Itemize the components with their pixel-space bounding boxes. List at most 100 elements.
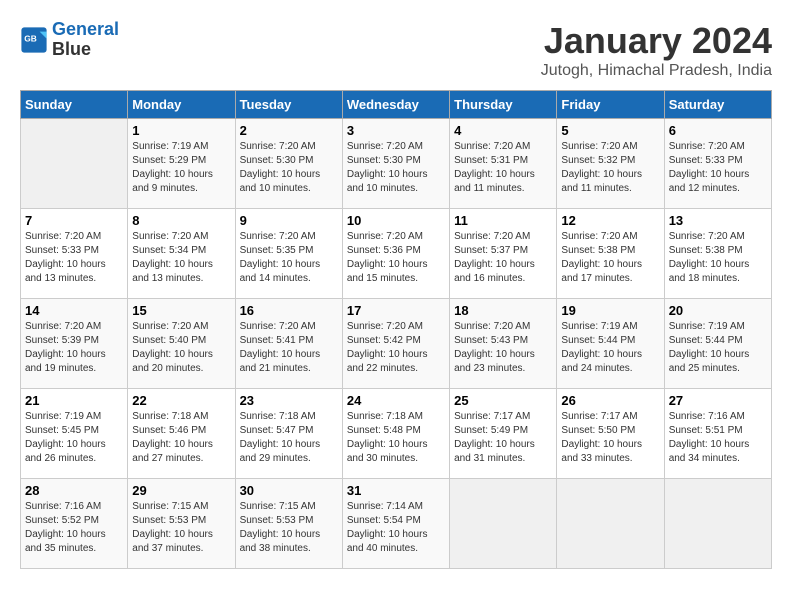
logo-text: General Blue [52,20,119,60]
calendar-week-2: 7Sunrise: 7:20 AM Sunset: 5:33 PM Daylig… [21,209,772,299]
day-number: 19 [561,303,659,318]
day-info: Sunrise: 7:16 AM Sunset: 5:51 PM Dayligh… [669,410,767,466]
calendar-cell: 22 Sunrise: 7:18 AM Sunset: 5:46 PM Dayli… [128,389,235,479]
calendar-subtitle: Jutogh, Himachal Pradesh, India [541,62,772,80]
day-number: 23 [240,393,338,408]
weekday-header-thursday: Thursday [450,91,557,119]
day-number: 6 [669,123,767,138]
logo-line1: General [52,19,119,39]
calendar-cell [664,479,771,569]
calendar-cell: 15Sunrise: 7:20 AM Sunset: 5:40 PM Dayli… [128,299,235,389]
day-info: Sunrise: 7:20 AM Sunset: 5:33 PM Dayligh… [669,140,767,196]
calendar-cell: 1 Sunrise: 7:19 AM Sunset: 5:29 PM Daylig… [128,119,235,209]
calendar-cell: 25Sunrise: 7:17 AM Sunset: 5:49 PM Dayli… [450,389,557,479]
day-info: Sunrise: 7:20 AM Sunset: 5:38 PM Dayligh… [669,230,767,286]
day-info: Sunrise: 7:20 AM Sunset: 5:31 PM Dayligh… [454,140,552,196]
day-number: 21 [25,393,123,408]
calendar-cell: 4Sunrise: 7:20 AM Sunset: 5:31 PM Daylig… [450,119,557,209]
day-info: Sunrise: 7:20 AM Sunset: 5:30 PM Dayligh… [240,140,338,196]
day-number: 30 [240,483,338,498]
calendar-week-3: 14Sunrise: 7:20 AM Sunset: 5:39 PM Dayli… [21,299,772,389]
day-info: Sunrise: 7:20 AM Sunset: 5:41 PM Dayligh… [240,320,338,376]
calendar-cell: 9 Sunrise: 7:20 AM Sunset: 5:35 PM Daylig… [235,209,342,299]
day-number: 31 [347,483,445,498]
calendar-cell [557,479,664,569]
calendar-header: SundayMondayTuesdayWednesdayThursdayFrid… [21,91,772,119]
calendar-cell: 27Sunrise: 7:16 AM Sunset: 5:51 PM Dayli… [664,389,771,479]
calendar-cell: 30 Sunrise: 7:15 AM Sunset: 5:53 PM Dayli… [235,479,342,569]
calendar-cell: 5 Sunrise: 7:20 AM Sunset: 5:32 PM Daylig… [557,119,664,209]
calendar-table: SundayMondayTuesdayWednesdayThursdayFrid… [20,90,772,569]
weekday-header-monday: Monday [128,91,235,119]
calendar-cell: 21Sunrise: 7:19 AM Sunset: 5:45 PM Dayli… [21,389,128,479]
calendar-cell: 8Sunrise: 7:20 AM Sunset: 5:34 PM Daylig… [128,209,235,299]
calendar-week-4: 21Sunrise: 7:19 AM Sunset: 5:45 PM Dayli… [21,389,772,479]
day-info: Sunrise: 7:15 AM Sunset: 5:53 PM Dayligh… [240,500,338,556]
day-number: 2 [240,123,338,138]
calendar-cell: 19 Sunrise: 7:19 AM Sunset: 5:44 PM Dayli… [557,299,664,389]
day-number: 28 [25,483,123,498]
day-info: Sunrise: 7:20 AM Sunset: 5:32 PM Dayligh… [561,140,659,196]
day-info: Sunrise: 7:19 AM Sunset: 5:29 PM Dayligh… [132,140,230,196]
calendar-cell: 2 Sunrise: 7:20 AM Sunset: 5:30 PM Daylig… [235,119,342,209]
day-number: 12 [561,213,659,228]
day-number: 17 [347,303,445,318]
day-info: Sunrise: 7:20 AM Sunset: 5:33 PM Dayligh… [25,230,123,286]
calendar-cell: 13 Sunrise: 7:20 AM Sunset: 5:38 PM Dayli… [664,209,771,299]
day-number: 18 [454,303,552,318]
day-info: Sunrise: 7:19 AM Sunset: 5:44 PM Dayligh… [561,320,659,376]
day-info: Sunrise: 7:18 AM Sunset: 5:48 PM Dayligh… [347,410,445,466]
day-info: Sunrise: 7:20 AM Sunset: 5:34 PM Dayligh… [132,230,230,286]
logo-icon: GB [20,26,48,54]
calendar-cell: 14Sunrise: 7:20 AM Sunset: 5:39 PM Dayli… [21,299,128,389]
calendar-cell: 10Sunrise: 7:20 AM Sunset: 5:36 PM Dayli… [342,209,449,299]
day-info: Sunrise: 7:17 AM Sunset: 5:49 PM Dayligh… [454,410,552,466]
day-info: Sunrise: 7:20 AM Sunset: 5:35 PM Dayligh… [240,230,338,286]
weekday-header-sunday: Sunday [21,91,128,119]
calendar-cell: 18 Sunrise: 7:20 AM Sunset: 5:43 PM Dayli… [450,299,557,389]
calendar-week-5: 28 Sunrise: 7:16 AM Sunset: 5:52 PM Dayli… [21,479,772,569]
day-number: 14 [25,303,123,318]
day-info: Sunrise: 7:17 AM Sunset: 5:50 PM Dayligh… [561,410,659,466]
calendar-cell: 23 Sunrise: 7:18 AM Sunset: 5:47 PM Dayli… [235,389,342,479]
day-number: 29 [132,483,230,498]
svg-text:GB: GB [24,33,37,43]
day-info: Sunrise: 7:18 AM Sunset: 5:46 PM Dayligh… [132,410,230,466]
day-number: 9 [240,213,338,228]
day-number: 20 [669,303,767,318]
calendar-body: 1 Sunrise: 7:19 AM Sunset: 5:29 PM Daylig… [21,119,772,569]
day-number: 22 [132,393,230,408]
calendar-cell: 17 Sunrise: 7:20 AM Sunset: 5:42 PM Dayli… [342,299,449,389]
weekday-header-wednesday: Wednesday [342,91,449,119]
logo-line2: Blue [52,40,119,60]
calendar-cell: 29Sunrise: 7:15 AM Sunset: 5:53 PM Dayli… [128,479,235,569]
calendar-cell [450,479,557,569]
calendar-cell: 7Sunrise: 7:20 AM Sunset: 5:33 PM Daylig… [21,209,128,299]
day-info: Sunrise: 7:20 AM Sunset: 5:42 PM Dayligh… [347,320,445,376]
calendar-cell: 16 Sunrise: 7:20 AM Sunset: 5:41 PM Dayli… [235,299,342,389]
day-info: Sunrise: 7:20 AM Sunset: 5:30 PM Dayligh… [347,140,445,196]
day-info: Sunrise: 7:19 AM Sunset: 5:44 PM Dayligh… [669,320,767,376]
day-number: 3 [347,123,445,138]
day-number: 5 [561,123,659,138]
calendar-cell [21,119,128,209]
day-number: 13 [669,213,767,228]
day-number: 10 [347,213,445,228]
weekday-header-saturday: Saturday [664,91,771,119]
title-block: January 2024 Jutogh, Himachal Pradesh, I… [541,20,772,80]
day-number: 1 [132,123,230,138]
weekday-header-row: SundayMondayTuesdayWednesdayThursdayFrid… [21,91,772,119]
calendar-cell: 11 Sunrise: 7:20 AM Sunset: 5:37 PM Dayli… [450,209,557,299]
day-number: 16 [240,303,338,318]
calendar-title: January 2024 [541,20,772,62]
day-number: 11 [454,213,552,228]
calendar-cell: 31 Sunrise: 7:14 AM Sunset: 5:54 PM Dayli… [342,479,449,569]
calendar-cell: 24Sunrise: 7:18 AM Sunset: 5:48 PM Dayli… [342,389,449,479]
day-info: Sunrise: 7:20 AM Sunset: 5:38 PM Dayligh… [561,230,659,286]
day-info: Sunrise: 7:20 AM Sunset: 5:37 PM Dayligh… [454,230,552,286]
day-info: Sunrise: 7:18 AM Sunset: 5:47 PM Dayligh… [240,410,338,466]
day-info: Sunrise: 7:20 AM Sunset: 5:43 PM Dayligh… [454,320,552,376]
weekday-header-friday: Friday [557,91,664,119]
day-info: Sunrise: 7:14 AM Sunset: 5:54 PM Dayligh… [347,500,445,556]
day-info: Sunrise: 7:16 AM Sunset: 5:52 PM Dayligh… [25,500,123,556]
